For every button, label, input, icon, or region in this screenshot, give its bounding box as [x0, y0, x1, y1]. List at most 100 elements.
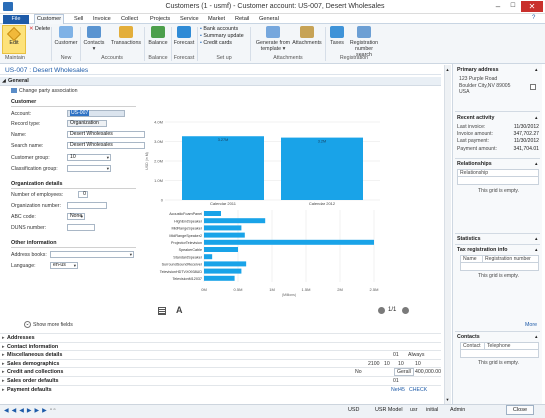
expand-icon: ▸ — [2, 360, 5, 367]
table-view-icon[interactable] — [158, 307, 166, 315]
file-menu-button[interactable]: File — [3, 15, 29, 24]
attachments-button[interactable]: Attachments — [291, 26, 323, 46]
delete-button[interactable]: ✕ Delete — [29, 26, 50, 32]
forecast-button[interactable]: Forecast — [173, 26, 195, 46]
section-divider — [11, 188, 136, 189]
factbox-collapse-icon[interactable]: ▴ — [535, 67, 538, 73]
bank-accounts-button[interactable]: ▪ Bank accounts — [200, 26, 244, 33]
fasttab-contact-information[interactable]: ▸ Contact information — [0, 341, 441, 350]
address-books-field[interactable]: ▾ — [50, 251, 134, 258]
tab-service[interactable]: Service — [180, 15, 199, 24]
tab-retail[interactable]: Retail — [235, 15, 249, 24]
chevron-down-icon[interactable]: ▾ — [74, 263, 76, 268]
customer-group-field[interactable]: 10 ▾ — [67, 154, 111, 161]
ribbon-separator — [250, 27, 251, 61]
close-icon[interactable]: ✕ — [521, 1, 543, 12]
name-field[interactable]: Desert Wholesales — [67, 131, 145, 138]
bar-value-label: 3.27M — [218, 138, 229, 142]
prev-page-icon[interactable] — [378, 307, 385, 314]
chevron-down-icon[interactable]: ▾ — [107, 155, 109, 160]
chevron-down-icon[interactable]: ▾ — [81, 214, 83, 219]
fasttab-credit-and-collections[interactable]: ▸ Credit and collections No Gerall 400,000.0… — [0, 367, 441, 377]
abc-code-field[interactable]: None ▾ — [67, 213, 85, 220]
credit-cards-button[interactable]: ▪ Credit cards — [200, 40, 244, 47]
record-navigation-icons[interactable]: ◀◀◀▶▶▶ — [4, 407, 50, 414]
search-name-field[interactable]: Desert Wholesales — [67, 142, 145, 149]
record-type-field: Organization — [67, 120, 107, 127]
relationships-grid-header: Relationship — [457, 169, 539, 177]
org-number-field[interactable] — [67, 202, 107, 209]
tab-customer[interactable]: Customer — [34, 14, 64, 24]
close-button[interactable]: Close — [506, 405, 534, 415]
bar — [204, 247, 238, 252]
chevron-down-icon[interactable]: ▾ — [130, 252, 132, 257]
employees-field[interactable]: 0 — [78, 191, 88, 198]
abc-code-label: ABC code: — [11, 214, 36, 220]
contacts-button[interactable]: Contacts ▾ — [82, 26, 106, 52]
duns-field[interactable] — [67, 224, 95, 231]
factbox-collapse-icon[interactable]: ▴ — [535, 161, 538, 167]
status-model: USR Model — [375, 407, 403, 413]
show-more-icon[interactable]: ⌄ — [24, 321, 31, 328]
account-field[interactable]: US-007 — [67, 110, 125, 117]
registration-search-button[interactable]: Registration number search — [347, 26, 381, 58]
transactions-button[interactable]: Transactions — [110, 26, 142, 46]
help-icon[interactable]: ? — [532, 15, 535, 21]
tab-sell[interactable]: Sell — [74, 15, 83, 24]
fasttab-sales-order-defaults[interactable]: ▸ Sales order defaults 01 — [0, 376, 441, 384]
minimize-icon[interactable]: – — [491, 1, 505, 12]
customer-button[interactable]: Customer — [54, 26, 78, 46]
factbox-collapse-icon[interactable]: ▴ — [535, 247, 538, 253]
map-icon[interactable] — [530, 84, 536, 90]
fasttab-summary-value: Net45 — [391, 386, 405, 393]
change-party-link[interactable]: Change party association — [19, 88, 78, 94]
transactions-icon — [119, 26, 133, 38]
category-label: SpeakerCable — [179, 248, 202, 252]
contacts-grid-row[interactable] — [460, 350, 539, 358]
tab-general[interactable]: General — [259, 15, 279, 24]
summary-update-button[interactable]: ▪ Summary update — [200, 33, 244, 40]
fasttab-summary-value: 2100 — [368, 360, 380, 367]
scroll-up-icon[interactable]: ▲ — [445, 67, 450, 73]
tax-empty: This grid is empty. — [478, 273, 519, 279]
fasttab-payment-defaults[interactable]: ▸ Payment defaults Net45 CHECK — [0, 384, 441, 393]
summary-icon: ▪ — [200, 33, 202, 39]
maximize-icon[interactable]: ☐ — [506, 1, 520, 12]
language-field[interactable]: en-us ▾ — [50, 262, 78, 269]
customer-section-title: Customer — [11, 99, 37, 105]
relationships-grid-row[interactable] — [457, 177, 539, 185]
tab-projects[interactable]: Projects — [150, 15, 170, 24]
ribbon-separator — [144, 27, 145, 61]
factbox-collapse-icon[interactable]: ▴ — [535, 115, 538, 121]
edit-button[interactable]: Edit — [2, 25, 26, 54]
fasttab-miscellaneous-details[interactable]: ▸ Miscellaneous details 01 Always — [0, 350, 441, 359]
next-page-icon[interactable] — [402, 307, 409, 314]
tab-collect[interactable]: Collect — [121, 15, 138, 24]
fasttab-addresses[interactable]: ▸ Addresses — [0, 333, 441, 341]
fasttab-label: Payment defaults — [7, 386, 52, 393]
general-fasttab[interactable]: ◢ General — [0, 77, 441, 86]
activity-value: 11/30/2012 — [513, 124, 539, 130]
generate-template-button[interactable]: Generate from template ▾ — [253, 26, 293, 52]
recent-activity-table: Last invoice: 11/30/2012 Invoice amount: 3… — [457, 124, 539, 153]
taxes-icon — [330, 26, 344, 38]
factbox-collapse-icon[interactable]: ▴ — [535, 334, 538, 340]
text-view-icon[interactable]: A — [176, 305, 183, 315]
tab-invoice[interactable]: Invoice — [93, 15, 111, 24]
fasttab-sales-demographics[interactable]: ▸ Sales demographics 2100 10 10 10 — [0, 358, 441, 367]
chevron-down-icon[interactable]: ▾ — [107, 166, 109, 171]
tax-grid-row[interactable] — [460, 263, 539, 271]
scroll-down-icon[interactable]: ▼ — [445, 397, 450, 403]
customer-icon — [59, 26, 73, 38]
classification-group-field[interactable]: ▾ — [67, 165, 111, 172]
credit-cards-label: Credit cards — [203, 40, 232, 46]
factbox-collapse-icon[interactable]: ▴ — [535, 236, 538, 242]
balance-button[interactable]: Balance — [146, 26, 170, 46]
taxes-button[interactable]: Taxes — [327, 26, 347, 46]
main-scrollbar[interactable] — [444, 65, 451, 404]
show-more-link[interactable]: Show more fields — [33, 322, 73, 328]
contacts-grid-header: Contact Telephone — [460, 342, 539, 350]
tab-market[interactable]: Market — [208, 15, 225, 24]
setup-list: ▪ Bank accounts ▪ Summary update ▪ Credi… — [200, 26, 244, 47]
more-link[interactable]: More — [525, 322, 537, 328]
